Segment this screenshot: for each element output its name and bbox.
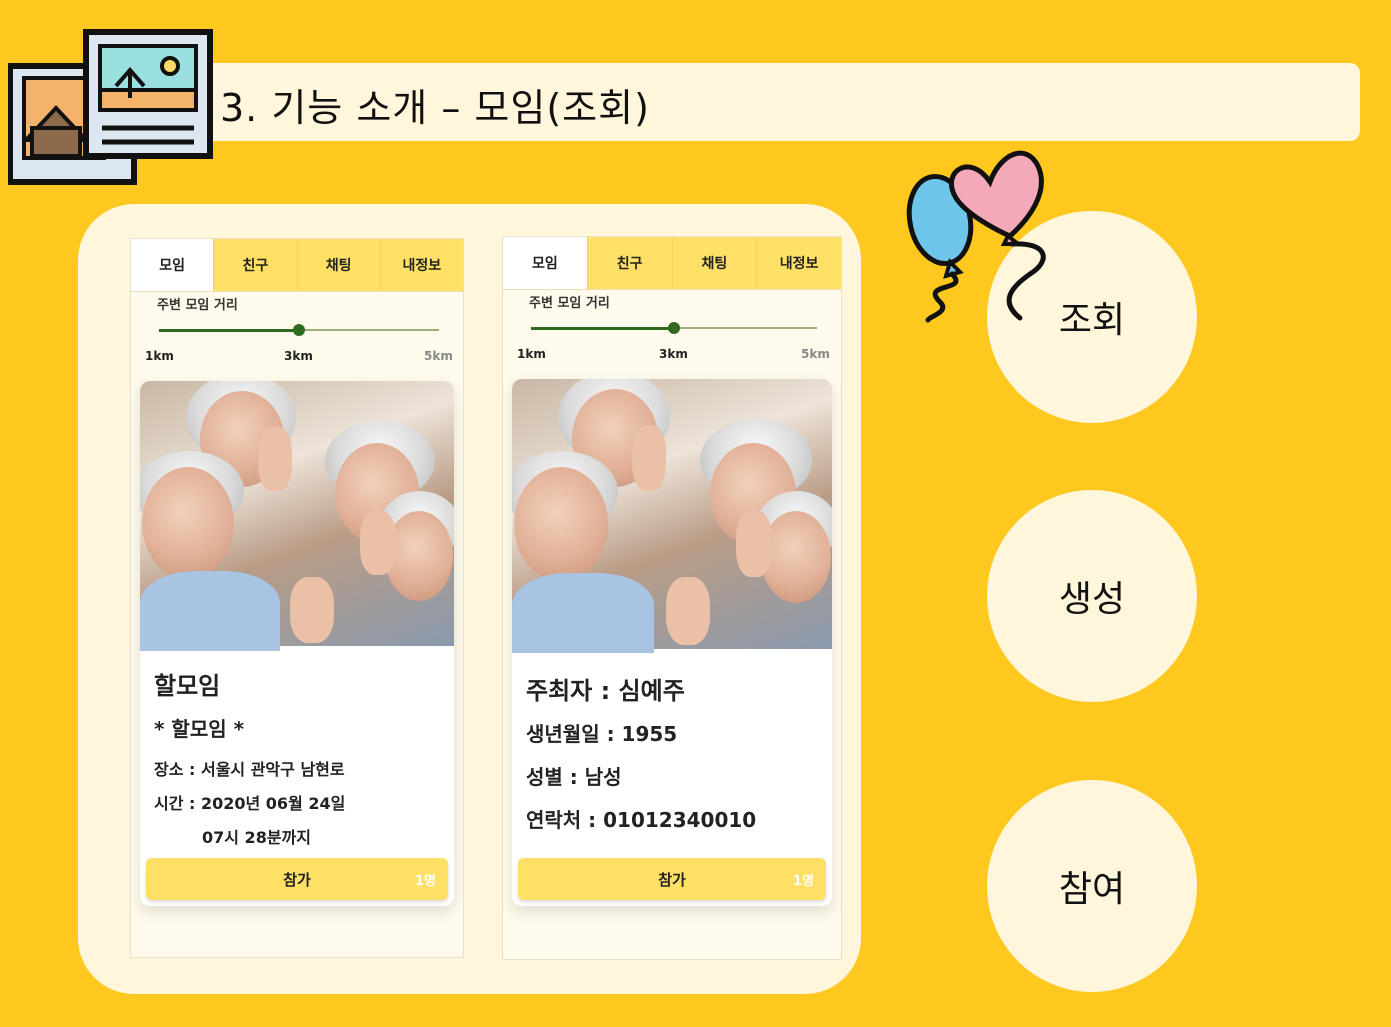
meeting-title: 할모임 (154, 672, 221, 700)
join-button[interactable]: 참가 1명 (518, 858, 826, 900)
distance-label: 주변 모임 거리 (157, 298, 238, 313)
card-body: 할모임 * 할모임 * 장소 : 서울시 관악구 남현로 시간 : 2020년 … (154, 666, 440, 848)
slider-thumb[interactable] (668, 322, 680, 334)
host-contact: 연락처 : 01012340010 (526, 808, 757, 832)
tab-friends[interactable]: 친구 (214, 239, 298, 291)
slider-fill (531, 326, 674, 330)
meeting-time: 시간 : 2020년 06월 24일 (154, 794, 346, 813)
tab-meeting[interactable]: 모임 (503, 237, 588, 289)
picture-icon (8, 29, 213, 185)
join-button[interactable]: 참가 1명 (146, 858, 448, 900)
host-birth: 생년월일 : 1955 (526, 722, 678, 746)
distance-label: 주변 모임 거리 (529, 296, 610, 311)
tick-1km: 1km (145, 349, 174, 363)
tab-my-info[interactable]: 내정보 (380, 239, 463, 291)
host-name: 주최자 : 심예주 (526, 677, 685, 705)
feature-join-label: 참여 (1058, 869, 1126, 910)
tab-bar: 모임 친구 채팅 내정보 (131, 239, 463, 292)
tab-meeting[interactable]: 모임 (131, 239, 215, 291)
tick-5km: 5km (801, 347, 830, 361)
join-label: 참가 (283, 870, 311, 889)
slider-thumb[interactable] (293, 324, 305, 336)
slider-fill (159, 328, 299, 332)
feature-create: 생성 (987, 490, 1197, 702)
tab-chat[interactable]: 채팅 (672, 237, 758, 289)
tick-3km: 3km (659, 347, 688, 361)
tab-friends[interactable]: 친구 (587, 237, 673, 289)
tab-my-info[interactable]: 내정보 (757, 237, 841, 289)
host-card[interactable]: 주최자 : 심예주 생년월일 : 1955 성별 : 남성 연락처 : 0101… (512, 379, 832, 906)
meeting-photo (140, 381, 454, 651)
page-title: 3. 기능 소개 – 모임(조회) (220, 86, 650, 130)
meeting-photo (512, 379, 832, 653)
feature-join: 참여 (987, 780, 1197, 992)
phone-screen-host: 모임 친구 채팅 내정보 주변 모임 거리 1km 3km 5km 주최자 : … (502, 236, 842, 960)
tab-bar: 모임 친구 채팅 내정보 (503, 237, 841, 290)
participant-count: 1명 (414, 874, 436, 889)
title-bar: 3. 기능 소개 – 모임(조회) (196, 63, 1360, 141)
meeting-subtitle: * 할모임 * (154, 717, 245, 741)
phone-screen-meeting: 모임 친구 채팅 내정보 주변 모임 거리 1km 3km 5km 할모임 * … (130, 238, 464, 958)
meeting-place: 장소 : 서울시 관악구 남현로 (154, 760, 345, 779)
distance-slider[interactable] (531, 322, 817, 334)
participant-count: 1명 (792, 874, 814, 889)
meeting-time-end: 07시 28분까지 (202, 828, 311, 847)
balloons-icon (906, 150, 1046, 323)
tick-1km: 1km (517, 347, 546, 361)
card-body: 주최자 : 심예주 생년월일 : 1955 성별 : 남성 연락처 : 0101… (526, 671, 818, 833)
join-label: 참가 (658, 870, 686, 889)
host-gender: 성별 : 남성 (526, 765, 622, 789)
tab-chat[interactable]: 채팅 (297, 239, 381, 291)
tick-5km: 5km (424, 349, 453, 363)
feature-create-label: 생성 (1058, 579, 1126, 620)
meeting-card[interactable]: 할모임 * 할모임 * 장소 : 서울시 관악구 남현로 시간 : 2020년 … (140, 381, 454, 906)
tick-3km: 3km (284, 349, 313, 363)
feature-view-label: 조회 (1058, 300, 1126, 341)
distance-slider[interactable] (159, 324, 439, 336)
